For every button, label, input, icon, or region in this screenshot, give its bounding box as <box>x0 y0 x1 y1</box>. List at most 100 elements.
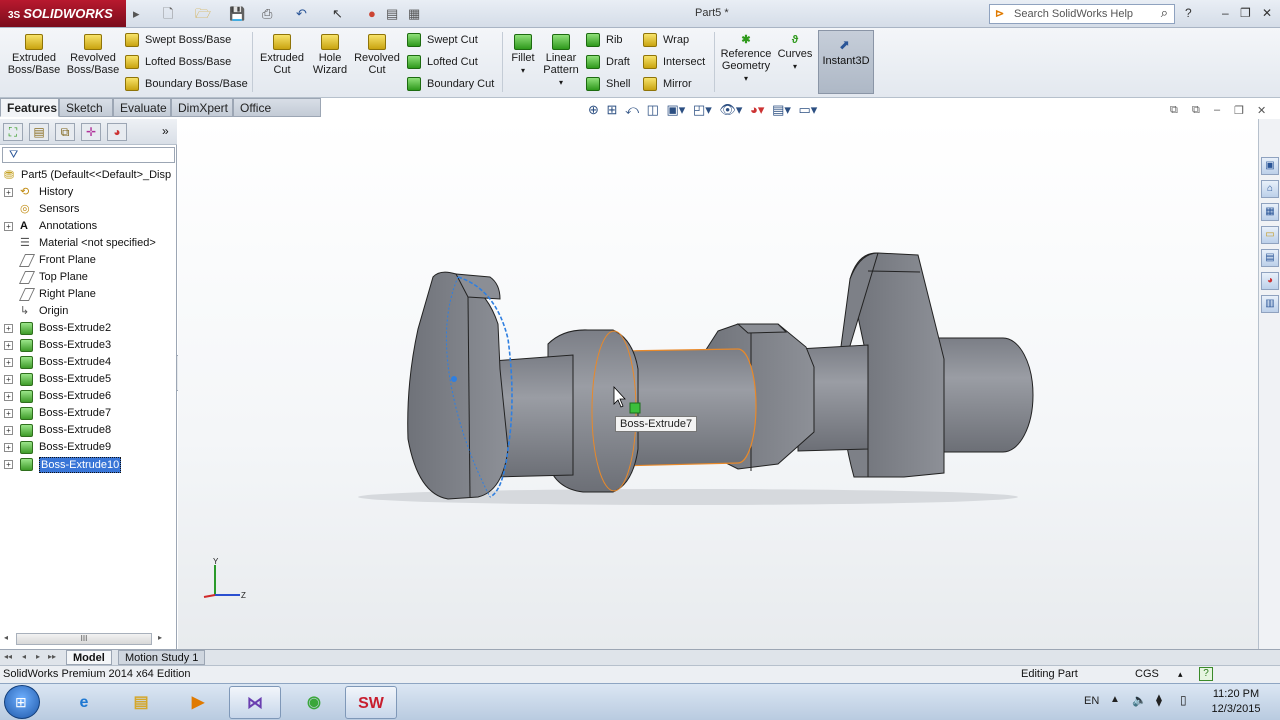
network-icon[interactable]: ⧫ <box>1156 693 1162 707</box>
tree-item[interactable]: + Boss-Extrude8 <box>0 422 176 439</box>
new-document-icon[interactable]: 🗋 <box>163 5 173 23</box>
hole-wizard-button[interactable]: Hole Wizard <box>308 34 352 76</box>
file-explorer-icon[interactable]: ▤ <box>115 686 167 719</box>
view-orientation-icon[interactable]: ▣▾ <box>667 102 686 117</box>
prev-tab-icon[interactable]: ◂ <box>22 652 26 661</box>
previous-view-icon[interactable]: ⤺ <box>625 102 639 117</box>
appearances-icon[interactable]: ◕ <box>1261 272 1279 290</box>
show-hidden-icons-icon[interactable]: ▲ <box>1110 694 1120 705</box>
solidworks-logo[interactable]: 3S SOLIDWORKS <box>0 0 126 27</box>
tree-item[interactable]: + Boss-Extrude10 <box>0 456 176 473</box>
instant3d-button[interactable]: ⬈ Instant3D <box>818 30 874 94</box>
display-manager-tab-icon[interactable]: ◕ <box>107 123 127 141</box>
viewport-minimize-icon[interactable]: – <box>1214 104 1220 116</box>
tab-dimxpert[interactable]: DimXpert <box>171 98 233 117</box>
expand-icon[interactable]: + <box>4 460 13 469</box>
battery-icon[interactable]: ▯ <box>1180 693 1187 707</box>
configuration-manager-tab-icon[interactable]: ⧉ <box>55 123 75 141</box>
scroll-right-icon[interactable]: ▸ <box>158 633 162 642</box>
solidworks-taskbar-icon[interactable]: SW <box>345 686 397 719</box>
horizontal-scrollbar[interactable]: III <box>16 633 152 645</box>
tree-item[interactable]: + A Annotations <box>0 218 176 235</box>
expand-icon[interactable]: + <box>4 443 13 452</box>
units-arrow-icon[interactable]: ▴ <box>1178 666 1183 683</box>
viewport-split-icon[interactable]: ⧉ <box>1192 104 1200 117</box>
save-icon[interactable]: 💾 <box>229 5 245 23</box>
tree-item[interactable]: + Boss-Extrude5 <box>0 371 176 388</box>
display-style-icon[interactable]: ◰▾ <box>693 102 712 117</box>
select-arrow-icon[interactable]: ↖ <box>332 5 343 23</box>
reference-dropdown-icon[interactable]: ▾ <box>744 74 748 83</box>
pattern-dropdown-icon[interactable]: ▾ <box>559 78 563 87</box>
intersect-button[interactable]: Intersect <box>643 55 705 69</box>
start-button[interactable]: ⊞ <box>4 685 40 719</box>
tab-model[interactable]: Model <box>66 650 112 665</box>
expand-icon[interactable]: + <box>4 222 13 231</box>
zoom-to-fit-icon[interactable]: ⊕ <box>588 102 599 117</box>
reference-geometry-button[interactable]: ✱ Reference Geometry ▾ <box>718 34 774 85</box>
lofted-cut-button[interactable]: Lofted Cut <box>407 55 478 69</box>
curves-button[interactable]: ϑ Curves ▾ <box>776 34 814 73</box>
tree-item[interactable]: + Boss-Extrude4 <box>0 354 176 371</box>
green-app-icon[interactable]: ◉ <box>288 686 340 719</box>
extruded-boss-button[interactable]: Extruded Boss/Base <box>6 34 62 76</box>
tree-item[interactable]: Top Plane <box>0 269 176 286</box>
help-status-icon[interactable]: ? <box>1199 667 1213 681</box>
tree-item[interactable]: Front Plane <box>0 252 176 269</box>
scroll-left-icon[interactable]: ◂ <box>4 633 8 642</box>
undo-icon[interactable]: ↶ <box>296 5 307 23</box>
search-icon[interactable]: ⌕ <box>1161 4 1168 22</box>
crankshaft-model[interactable] <box>178 119 1258 649</box>
mirror-button[interactable]: Mirror <box>643 77 692 91</box>
expand-icon[interactable]: + <box>4 409 13 418</box>
tree-item[interactable]: Right Plane <box>0 286 176 303</box>
viewport-close-icon[interactable]: ✕ <box>1257 104 1266 117</box>
fillet-dropdown-icon[interactable]: ▾ <box>521 66 525 75</box>
volume-icon[interactable]: 🔈 <box>1132 693 1147 707</box>
search-help-input[interactable]: ⊳ Search SolidWorks Help ⌕ <box>989 4 1175 24</box>
tree-item[interactable]: + Boss-Extrude7 <box>0 405 176 422</box>
expand-icon[interactable]: + <box>4 341 13 350</box>
feature-manager-tab-icon[interactable]: ⛶ <box>3 123 23 141</box>
viewport-restore-icon[interactable]: ❐ <box>1234 104 1244 117</box>
last-tab-icon[interactable]: ▸▸ <box>48 652 56 661</box>
boundary-boss-button[interactable]: Boundary Boss/Base <box>125 77 248 91</box>
wrap-button[interactable]: Wrap <box>643 33 689 47</box>
expand-icon[interactable]: + <box>4 426 13 435</box>
hide-show-items-icon[interactable]: 👁▾ <box>719 102 742 117</box>
open-folder-icon[interactable]: 🗁 <box>195 5 211 23</box>
apply-scene-icon[interactable]: ▤▾ <box>772 102 791 117</box>
graphics-area[interactable]: Boss-Extrude7 Y Z <box>178 119 1258 649</box>
shell-button[interactable]: Shell <box>586 77 630 91</box>
boundary-cut-button[interactable]: Boundary Cut <box>407 77 494 91</box>
close-icon[interactable]: ✕ <box>1262 6 1272 20</box>
solidworks-resources-icon[interactable]: ▣ <box>1261 157 1279 175</box>
clock[interactable]: 11:20 PM 12/3/2015 <box>1196 687 1276 717</box>
curves-dropdown-icon[interactable]: ▾ <box>793 62 797 71</box>
view-palette-icon[interactable]: ▤ <box>1261 249 1279 267</box>
media-player-icon[interactable]: ▶ <box>172 686 224 719</box>
next-tab-icon[interactable]: ▸ <box>36 652 40 661</box>
design-library-icon[interactable]: ▦ <box>1261 203 1279 221</box>
tree-item[interactable]: ◎ Sensors <box>0 201 176 218</box>
swept-boss-button[interactable]: Swept Boss/Base <box>125 33 231 47</box>
tab-sketch[interactable]: Sketch <box>59 98 113 117</box>
zoom-to-area-icon[interactable]: ⊞ <box>607 102 618 117</box>
tab-office-products[interactable]: Office Products <box>233 98 321 133</box>
tree-item[interactable]: ↳ Origin <box>0 303 176 320</box>
options-icon[interactable]: ▦ <box>408 5 420 23</box>
minimize-icon[interactable]: – <box>1222 6 1229 20</box>
restore-icon[interactable]: ❐ <box>1240 6 1251 20</box>
linear-pattern-button[interactable]: Linear Pattern ▾ <box>541 34 581 89</box>
tab-motion-study-1[interactable]: Motion Study 1 <box>118 650 206 665</box>
tree-item[interactable]: + Boss-Extrude9 <box>0 439 176 456</box>
expand-icon[interactable]: + <box>4 392 13 401</box>
revolved-cut-button[interactable]: Revolved Cut <box>354 34 400 76</box>
tree-item[interactable]: + Boss-Extrude6 <box>0 388 176 405</box>
print-icon[interactable]: ⎙ <box>262 5 272 23</box>
expand-icon[interactable]: + <box>4 358 13 367</box>
first-tab-icon[interactable]: ◂◂ <box>4 652 12 661</box>
home-icon[interactable]: ⌂ <box>1261 180 1279 198</box>
property-manager-tab-icon[interactable]: ▤ <box>29 123 49 141</box>
menu-arrow-icon[interactable]: ▸ <box>133 5 140 23</box>
